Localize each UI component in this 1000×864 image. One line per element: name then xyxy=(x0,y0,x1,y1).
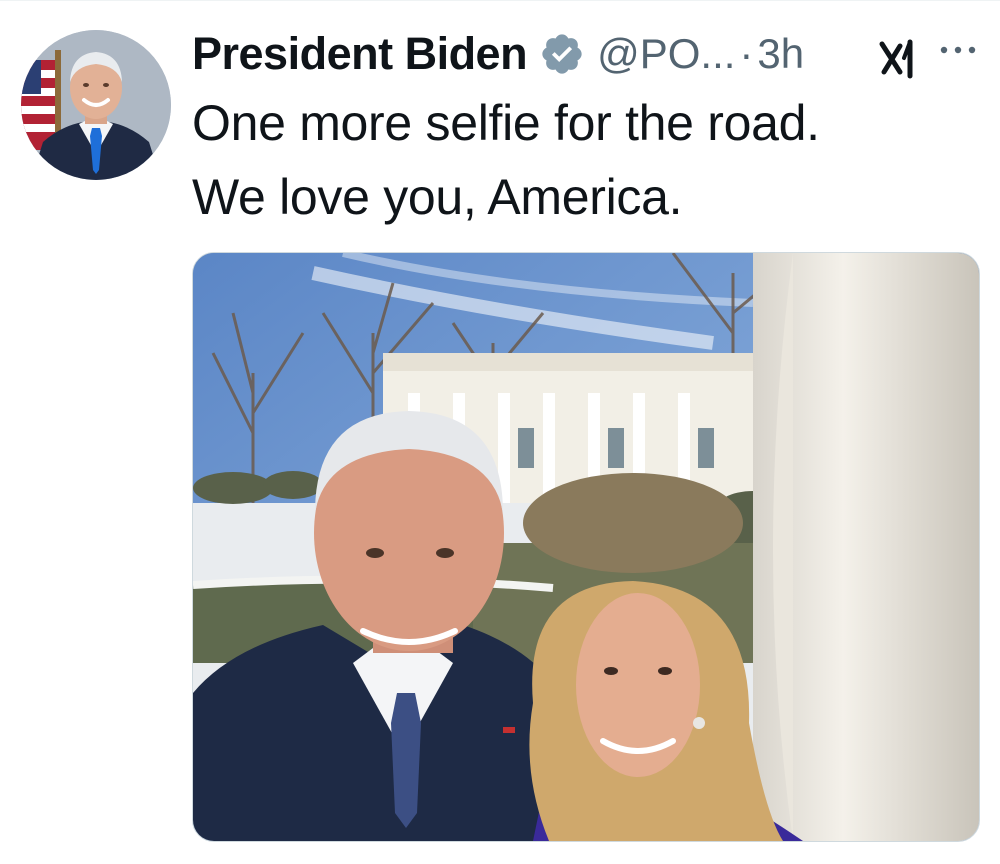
author-display-name[interactable]: President Biden xyxy=(192,28,528,80)
tweet-text-line: One more selfie for the road. xyxy=(192,95,820,151)
verified-badge-icon[interactable] xyxy=(539,31,585,77)
tweet-text: One more selfie for the road. We love yo… xyxy=(192,86,982,234)
tweet-header: President Biden @PO... · 3h xyxy=(192,22,804,86)
tweet-text-line: We love you, America. xyxy=(192,169,683,225)
author-avatar[interactable] xyxy=(21,30,171,180)
tweet-timestamp[interactable]: 3h xyxy=(757,30,804,78)
profile-photo-icon xyxy=(21,30,171,180)
selfie-photo-icon xyxy=(193,253,979,841)
top-divider xyxy=(0,0,1000,1)
grok-icon[interactable] xyxy=(876,36,920,80)
tweet-media-photo[interactable] xyxy=(192,252,980,842)
more-horizontal-icon[interactable] xyxy=(938,38,978,62)
author-handle[interactable]: @PO... xyxy=(597,30,735,78)
header-separator: · xyxy=(739,30,754,77)
